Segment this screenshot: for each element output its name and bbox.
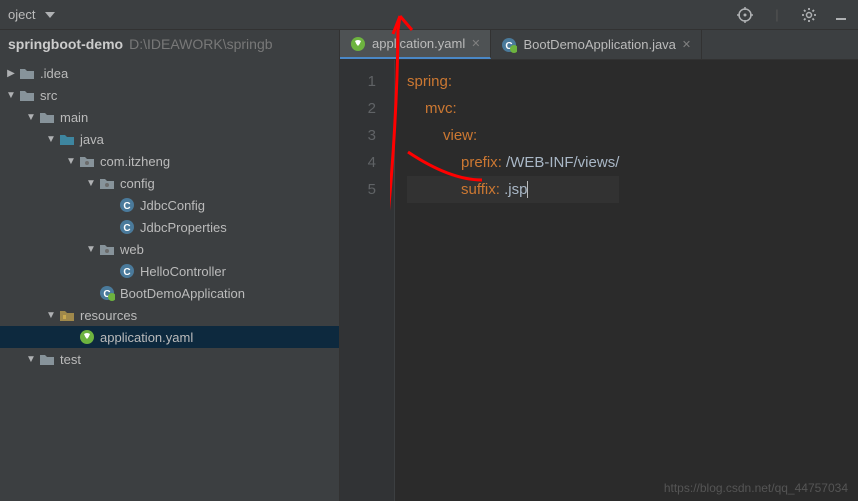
class-icon: C bbox=[118, 219, 136, 235]
close-icon[interactable]: ✕ bbox=[471, 37, 480, 50]
tree-class-jdbcprops[interactable]: CJdbcProperties bbox=[0, 216, 339, 238]
project-dropdown-label[interactable]: oject bbox=[8, 7, 35, 22]
folder-icon bbox=[18, 65, 36, 81]
tree-package-web[interactable]: ▼web bbox=[0, 238, 339, 260]
target-icon[interactable] bbox=[736, 6, 754, 24]
chevron-right-icon: ▶ bbox=[4, 68, 18, 79]
tree-class-jdbcconfig[interactable]: CJdbcConfig bbox=[0, 194, 339, 216]
tab-label: BootDemoApplication.java bbox=[523, 37, 675, 52]
spring-boot-icon: C bbox=[98, 285, 116, 301]
tree-folder-java[interactable]: ▼java bbox=[0, 128, 339, 150]
spring-config-icon bbox=[350, 36, 366, 52]
tab-label: application.yaml bbox=[372, 36, 465, 51]
code-content[interactable]: spring: mvc: view: prefix: /WEB-INF/view… bbox=[395, 60, 631, 501]
watermark: https://blog.csdn.net/qq_44757034 bbox=[664, 481, 848, 495]
class-icon: C bbox=[118, 263, 136, 279]
tree-folder-src[interactable]: ▼src bbox=[0, 84, 339, 106]
chevron-down-icon: ▼ bbox=[4, 90, 18, 101]
tree-package-config[interactable]: ▼config bbox=[0, 172, 339, 194]
tree-package[interactable]: ▼com.itzheng bbox=[0, 150, 339, 172]
resources-folder-icon bbox=[58, 307, 76, 323]
chevron-down-icon: ▼ bbox=[84, 178, 98, 189]
dropdown-icon[interactable] bbox=[41, 6, 59, 24]
editor-area: application.yaml ✕ C BootDemoApplication… bbox=[340, 30, 858, 501]
chevron-down-icon: ▼ bbox=[24, 354, 38, 365]
divider-icon: | bbox=[768, 6, 786, 24]
tree-folder-idea[interactable]: ▶.idea bbox=[0, 62, 339, 84]
project-tree[interactable]: ▶.idea ▼src ▼main ▼java ▼com.itzheng ▼co… bbox=[0, 58, 339, 374]
close-icon[interactable]: ✕ bbox=[682, 38, 691, 51]
folder-icon bbox=[18, 87, 36, 103]
chevron-down-icon: ▼ bbox=[44, 310, 58, 321]
tab-bootdemo[interactable]: C BootDemoApplication.java ✕ bbox=[491, 30, 702, 59]
tree-file-appyaml[interactable]: application.yaml bbox=[0, 326, 339, 348]
breadcrumb: springboot-demo D:\IDEAWORK\springb bbox=[0, 30, 339, 58]
chevron-down-icon: ▼ bbox=[44, 134, 58, 145]
svg-text:C: C bbox=[123, 201, 130, 212]
minimize-icon[interactable] bbox=[832, 6, 850, 24]
package-icon bbox=[98, 175, 116, 191]
project-sidebar: springboot-demo D:\IDEAWORK\springb ▶.id… bbox=[0, 30, 340, 501]
tree-folder-test[interactable]: ▼test bbox=[0, 348, 339, 370]
tab-application-yaml[interactable]: application.yaml ✕ bbox=[340, 30, 491, 59]
line-gutter: 12345 bbox=[340, 60, 395, 501]
text-cursor bbox=[527, 181, 528, 198]
svg-text:C: C bbox=[123, 267, 130, 278]
project-path: D:\IDEAWORK\springb bbox=[129, 36, 272, 52]
package-icon bbox=[78, 153, 96, 169]
editor-tabs: application.yaml ✕ C BootDemoApplication… bbox=[340, 30, 858, 60]
folder-icon bbox=[38, 351, 56, 367]
code-editor[interactable]: 12345 spring: mvc: view: prefix: /WEB-IN… bbox=[340, 60, 858, 501]
main-toolbar: oject | bbox=[0, 0, 858, 30]
spring-config-icon bbox=[78, 329, 96, 345]
spring-boot-icon: C bbox=[501, 37, 517, 53]
tree-class-bootdemo[interactable]: CBootDemoApplication bbox=[0, 282, 339, 304]
svg-text:C: C bbox=[123, 223, 130, 234]
folder-icon bbox=[38, 109, 56, 125]
tree-class-hello[interactable]: CHelloController bbox=[0, 260, 339, 282]
package-icon bbox=[98, 241, 116, 257]
tree-folder-resources[interactable]: ▼resources bbox=[0, 304, 339, 326]
chevron-down-icon: ▼ bbox=[64, 156, 78, 167]
chevron-down-icon: ▼ bbox=[24, 112, 38, 123]
chevron-down-icon: ▼ bbox=[84, 244, 98, 255]
project-name: springboot-demo bbox=[8, 36, 123, 52]
tree-folder-main[interactable]: ▼main bbox=[0, 106, 339, 128]
gear-icon[interactable] bbox=[800, 6, 818, 24]
source-folder-icon bbox=[58, 131, 76, 147]
class-icon: C bbox=[118, 197, 136, 213]
